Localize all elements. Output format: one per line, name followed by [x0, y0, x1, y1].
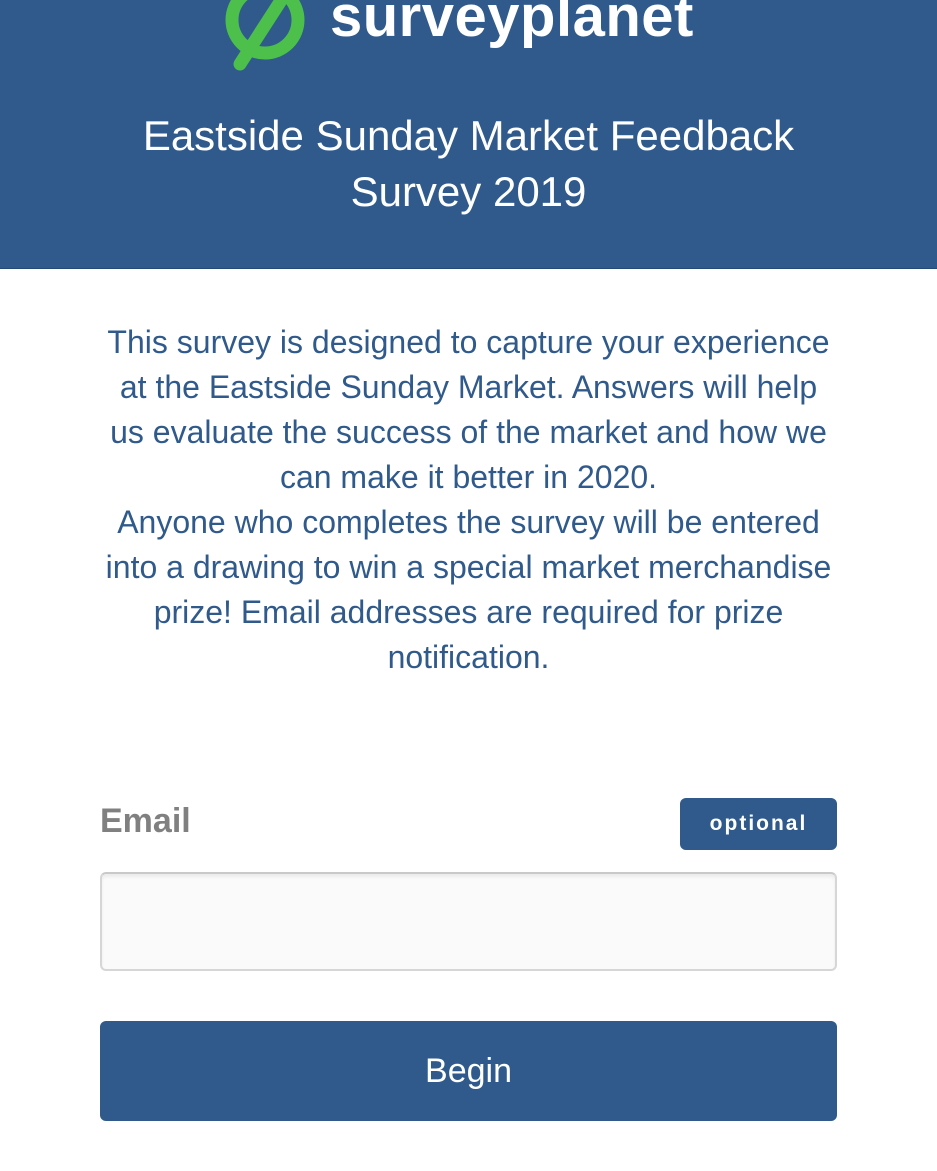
email-label: Email [100, 802, 191, 840]
survey-title: Eastside Sunday Market Feedback Survey 2… [142, 112, 795, 215]
brand-logo: surveyplanet [0, 0, 937, 78]
optional-badge: optional [680, 798, 837, 850]
email-input[interactable] [100, 872, 837, 971]
intro-paragraph-description: This survey is designed to capture your … [107, 324, 830, 495]
surveyplanet-logo-icon [225, 0, 305, 71]
brand-name: surveyplanet [330, 0, 694, 49]
survey-intro: This survey is designed to capture your … [100, 320, 837, 680]
survey-header: surveyplanet Eastside Sunday Market Feed… [0, 0, 937, 269]
intro-paragraph-prize: Anyone who completes the survey will be … [105, 504, 832, 675]
begin-button[interactable]: Begin [100, 1021, 837, 1121]
